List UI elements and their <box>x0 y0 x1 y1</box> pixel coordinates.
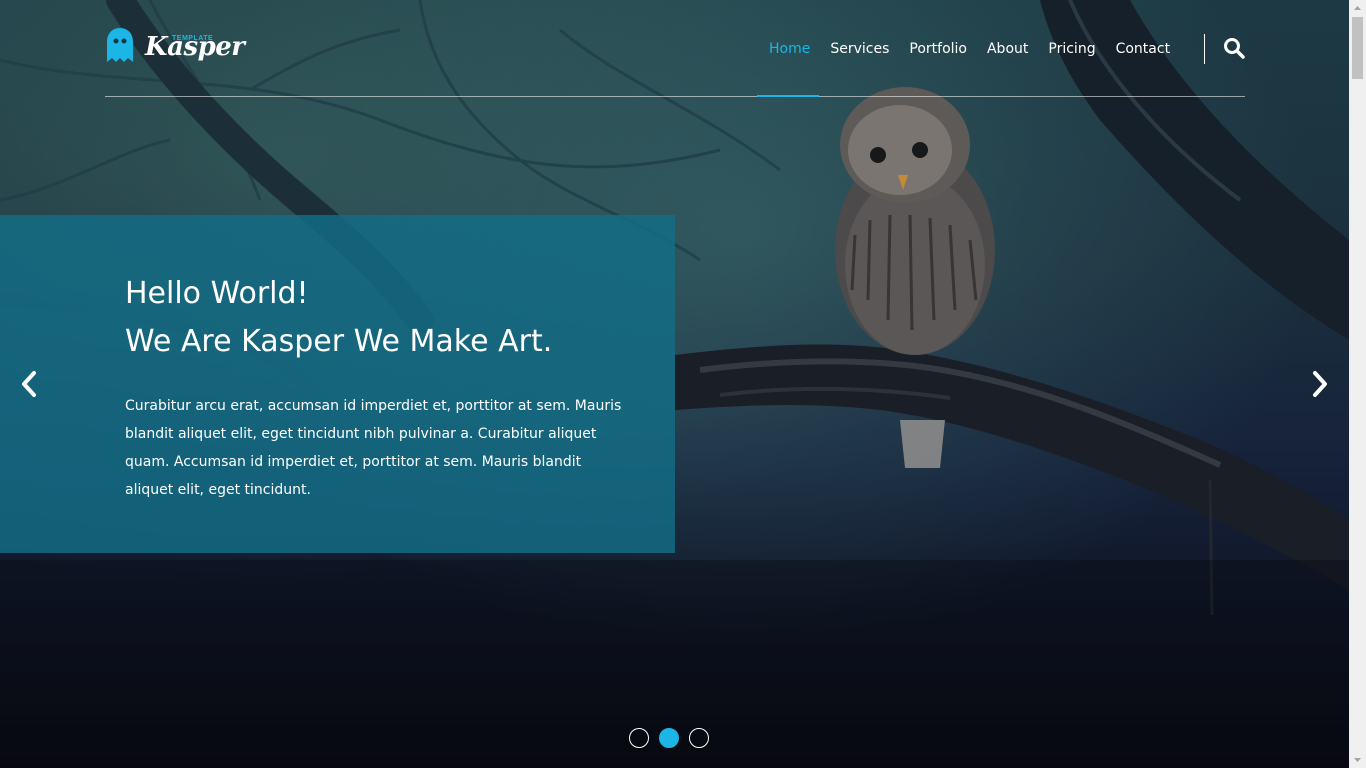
brand-logo[interactable]: Kasper <box>105 25 245 65</box>
nav-item-contact[interactable]: Contact <box>1116 40 1170 58</box>
page-scrollbar[interactable] <box>1349 0 1366 768</box>
chevron-left-icon[interactable] <box>19 370 39 398</box>
nav-item-about[interactable]: About <box>987 40 1028 58</box>
nav-item-pricing[interactable]: Pricing <box>1048 40 1095 58</box>
nav-item-portfolio[interactable]: Portfolio <box>909 40 967 58</box>
carousel-dot-3[interactable] <box>689 728 709 748</box>
hero-headline: Hello World! We Are Kasper We Make Art. <box>125 270 552 366</box>
brand-tag: TEMPLATE <box>172 35 214 42</box>
ghost-icon <box>107 28 133 62</box>
search-icon[interactable] <box>1223 37 1245 59</box>
hero-headline-line2: We Are Kasper We Make Art. <box>125 324 553 359</box>
chevron-right-icon[interactable] <box>1310 370 1330 398</box>
hero-headline-line1: Hello World! <box>125 276 309 311</box>
hero-body-text: Curabitur arcu erat, accumsan id imperdi… <box>125 398 622 498</box>
scroll-up-arrow-icon[interactable] <box>1349 0 1366 17</box>
nav-divider <box>1204 34 1205 64</box>
scroll-down-arrow-icon[interactable] <box>1349 751 1366 768</box>
nav-item-services[interactable]: Services <box>830 40 889 58</box>
main-nav: Home Services Portfolio About Pricing Co… <box>769 40 1190 58</box>
scrollbar-thumb[interactable] <box>1352 17 1363 79</box>
nav-item-home[interactable]: Home <box>769 40 810 58</box>
nav-active-indicator <box>757 95 819 97</box>
carousel-indicators <box>629 728 719 748</box>
carousel-dot-1[interactable] <box>629 728 649 748</box>
carousel-dot-2[interactable] <box>659 728 679 748</box>
header-divider <box>105 96 1245 97</box>
